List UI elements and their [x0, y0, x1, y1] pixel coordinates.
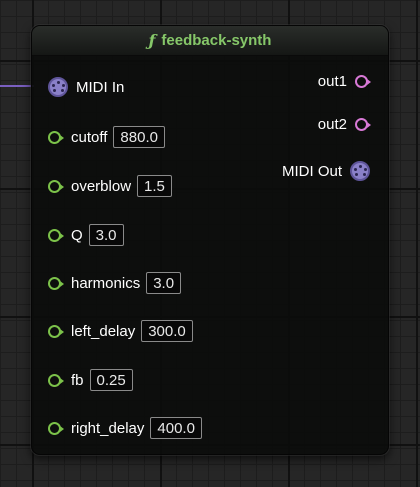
pin-label: right_delay	[71, 419, 145, 437]
cutoff-value-field[interactable]: 880.0	[113, 126, 165, 148]
node-header[interactable]: ƒ feedback-synth	[32, 26, 388, 56]
output-pin-midi-out[interactable]: MIDI Out	[282, 159, 370, 183]
input-pin-midi-in[interactable]: MIDI In	[48, 75, 124, 99]
float-pin-icon[interactable]	[48, 228, 64, 242]
fb-value-field[interactable]: 0.25	[89, 369, 133, 391]
output-pin-out2[interactable]: out2	[317, 112, 371, 136]
left-delay-value-field[interactable]: 300.0	[141, 320, 193, 342]
float-pin-icon[interactable]	[48, 324, 64, 338]
input-pin-harmonics[interactable]: harmonics 3.0	[48, 271, 182, 295]
pin-label: out2	[317, 115, 347, 133]
right-delay-value-field[interactable]: 400.0	[150, 417, 202, 439]
float-pin-icon[interactable]	[48, 421, 64, 435]
audio-pin-icon[interactable]	[355, 74, 371, 88]
pin-label: overblow	[71, 177, 132, 195]
q-value-field[interactable]: 3.0	[88, 224, 124, 246]
float-pin-icon[interactable]	[48, 130, 64, 144]
input-pin-right-delay[interactable]: right_delay 400.0	[48, 416, 202, 440]
float-pin-icon[interactable]	[48, 179, 64, 193]
pin-label: out1	[317, 72, 347, 90]
pin-label: MIDI In	[76, 78, 125, 96]
harmonics-value-field[interactable]: 3.0	[146, 272, 182, 294]
input-pin-q[interactable]: Q 3.0	[48, 223, 124, 247]
pin-label: harmonics	[71, 274, 141, 292]
midi-connection-wire[interactable]	[0, 85, 34, 87]
float-pin-icon[interactable]	[48, 276, 64, 290]
input-pin-cutoff[interactable]: cutoff 880.0	[48, 125, 165, 149]
midi-pin-icon[interactable]	[350, 161, 370, 181]
audio-pin-icon[interactable]	[355, 117, 371, 131]
pin-label: cutoff	[71, 128, 108, 146]
pin-label: fb	[71, 371, 84, 389]
node-title: feedback-synth	[161, 32, 272, 49]
overblow-value-field[interactable]: 1.5	[137, 175, 172, 197]
output-pin-out1[interactable]: out1	[317, 69, 371, 93]
input-pin-fb[interactable]: fb 0.25	[48, 368, 133, 392]
pin-label: MIDI Out	[281, 162, 342, 180]
float-pin-icon[interactable]	[48, 373, 64, 387]
midi-pin-icon[interactable]	[48, 77, 68, 97]
feedback-synth-node[interactable]: ƒ feedback-synth MIDI In cutoff 880.0 ov…	[31, 25, 389, 455]
pin-label: left_delay	[71, 322, 136, 340]
function-icon: ƒ	[148, 31, 156, 50]
pin-label: Q	[71, 226, 83, 244]
input-pin-left-delay[interactable]: left_delay 300.0	[48, 319, 193, 343]
input-pin-overblow[interactable]: overblow 1.5	[48, 174, 172, 198]
